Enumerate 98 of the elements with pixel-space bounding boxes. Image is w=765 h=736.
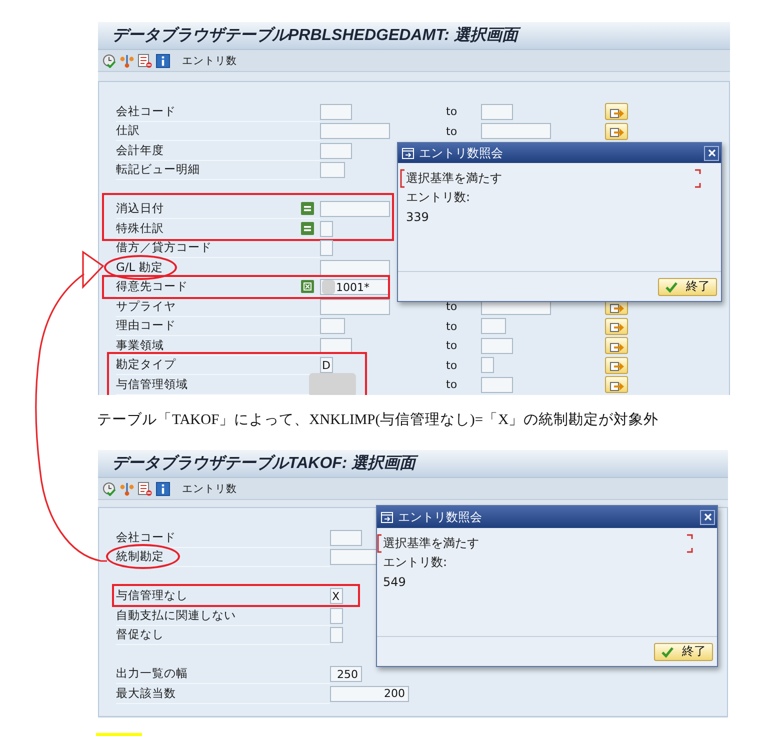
exit-button[interactable]: 終了: [658, 278, 717, 296]
info-icon[interactable]: [156, 482, 170, 496]
field-label: 転記ビュー明細: [116, 162, 200, 176]
field-label: 勘定タイプ: [116, 357, 176, 372]
branch-icon[interactable]: [120, 54, 134, 68]
highlight-mark: [96, 733, 142, 736]
input-field[interactable]: [320, 220, 333, 237]
entry-count: 549: [383, 574, 406, 588]
dialog-title: エントリ数照会: [398, 508, 482, 526]
criteria-text: 選択基準を満たす: [383, 535, 479, 552]
to-label: to: [446, 358, 458, 372]
multiple-selection-button[interactable]: [605, 356, 628, 374]
input-field[interactable]: [481, 338, 513, 354]
input-field[interactable]: 1001*: [320, 279, 390, 296]
count-label: エントリ数:: [406, 189, 470, 206]
input-field[interactable]: [481, 318, 506, 334]
field-label: 得意先コード: [116, 279, 188, 294]
field-label: 特殊仕訳: [116, 220, 164, 235]
caption-text: テーブル「TAKOF」によって、XNKLIMP(与信管理なし)=「X」の統制勘定が対象外: [97, 410, 659, 430]
input-field[interactable]: [330, 608, 343, 624]
field-label: 理由コード: [116, 318, 176, 332]
field-label: サプライヤ: [116, 298, 176, 313]
entry-count: 339: [406, 210, 429, 224]
to-label: to: [446, 378, 458, 392]
focus-corner-icon: [695, 169, 701, 188]
multiple-selection-button[interactable]: [605, 318, 628, 335]
dialog-title: エントリ数照会: [419, 144, 503, 162]
input-field[interactable]: [320, 338, 352, 354]
crossed-square-icon[interactable]: [301, 280, 314, 294]
close-button[interactable]: [700, 510, 715, 524]
check-icon: [665, 280, 678, 292]
input-field[interactable]: [481, 357, 494, 374]
equals-icon[interactable]: [301, 202, 314, 216]
input-field[interactable]: [320, 318, 345, 334]
to-label: to: [446, 105, 458, 118]
input-field[interactable]: [481, 104, 513, 120]
to-label: to: [446, 124, 458, 138]
field-label: 与信管理領域: [116, 376, 188, 391]
multiple-selection-button[interactable]: [605, 122, 628, 140]
field-label: 督促なし: [116, 627, 164, 642]
to-label: to: [446, 339, 458, 352]
count-label: エントリ数:: [383, 554, 448, 571]
close-icon: [708, 149, 716, 157]
clock-check-icon[interactable]: [102, 482, 116, 496]
input-field[interactable]: [320, 260, 390, 276]
focus-corner-icon: [377, 534, 382, 553]
field-label: 与信管理なし: [116, 588, 188, 602]
close-icon: [704, 513, 712, 521]
toolbar-button[interactable]: エントリ数: [182, 54, 237, 68]
close-button[interactable]: [704, 146, 719, 160]
list-minus-icon[interactable]: [138, 482, 152, 496]
check-icon: [661, 646, 674, 658]
input-field[interactable]: X: [330, 588, 343, 604]
field-label: 最大該当数: [116, 686, 176, 700]
screen-title: データブラウザテーブルTAKOF: 選択画面: [112, 453, 416, 474]
criteria-text: 選択基準を満たす: [406, 170, 502, 187]
focus-corner-icon: [687, 534, 693, 553]
arrow-out-icon: [610, 125, 624, 138]
input-field[interactable]: [320, 298, 390, 315]
field-label: 自動支払に関連しない: [116, 608, 236, 622]
input-field[interactable]: D: [320, 357, 333, 374]
field-label: 会社コード: [116, 530, 176, 544]
focus-corner-icon: [400, 169, 405, 188]
field-label: 事業領域: [116, 338, 164, 352]
field-label: G/L 勘定: [116, 260, 163, 274]
field-label: 借方／貸方コード: [116, 240, 212, 254]
to-label: to: [446, 300, 458, 314]
input-field[interactable]: 200: [330, 686, 409, 702]
input-field[interactable]: [320, 162, 345, 178]
input-field[interactable]: [481, 123, 551, 140]
exit-button[interactable]: 終了: [654, 642, 713, 660]
multiple-selection-button[interactable]: [605, 376, 628, 394]
input-field[interactable]: [481, 376, 513, 393]
field-label: 出力一覧の幅: [116, 666, 188, 680]
multiple-selection-button[interactable]: [605, 103, 628, 120]
input-field[interactable]: [320, 240, 333, 256]
field-label: 統制勘定: [116, 549, 164, 564]
input-field[interactable]: [320, 142, 352, 159]
input-field[interactable]: 250: [330, 666, 362, 682]
info-icon[interactable]: [156, 54, 170, 68]
input-field[interactable]: [320, 104, 352, 120]
clock-check-icon[interactable]: [102, 54, 116, 68]
arrow-out-icon: [610, 320, 624, 332]
input-field[interactable]: [330, 627, 343, 644]
field-label: 仕訳: [116, 123, 140, 138]
input-field[interactable]: [320, 123, 390, 140]
field-label: 会計年度: [116, 142, 164, 157]
input-field[interactable]: [330, 530, 362, 546]
to-label: to: [446, 320, 458, 333]
field-label: 会社コード: [116, 104, 176, 118]
field-label: 消込日付: [116, 201, 164, 216]
input-field[interactable]: [320, 201, 390, 218]
multiple-selection-button[interactable]: [605, 337, 628, 354]
arrow-out-icon: [610, 359, 624, 372]
branch-icon[interactable]: [120, 482, 134, 496]
list-minus-icon[interactable]: [138, 54, 152, 68]
equals-icon[interactable]: [301, 222, 314, 235]
toolbar-button[interactable]: エントリ数: [182, 482, 237, 496]
